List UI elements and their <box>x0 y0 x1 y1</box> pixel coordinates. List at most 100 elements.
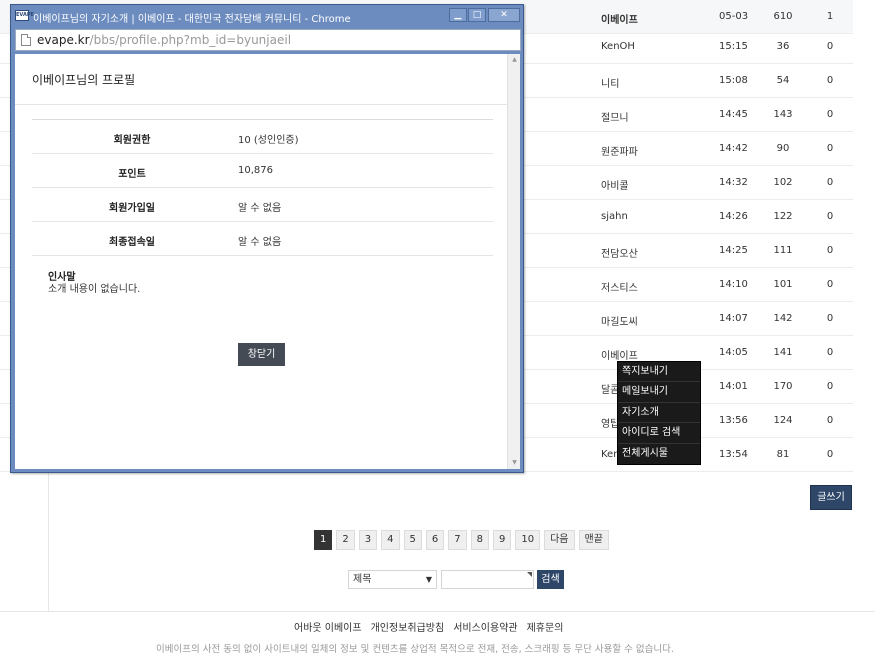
author-name[interactable]: sjahn <box>601 211 628 222</box>
greeting-text: 소개 내용이 없습니다. <box>48 284 141 295</box>
page-link-2[interactable]: 2 <box>336 530 355 550</box>
maximize-button[interactable]: □ <box>468 8 486 22</box>
page-title: 이베이프님의 프로필 <box>32 73 136 87</box>
scroll-up-icon[interactable]: ▲ <box>508 54 521 66</box>
author-name[interactable]: 절므니 <box>601 109 629 124</box>
info-row: 최종접속일 알 수 없음 <box>32 222 493 256</box>
footer-link-about[interactable]: 어바웃 이베이프 <box>294 619 362 634</box>
page-link-1[interactable]: 1 <box>314 530 333 550</box>
page-link-10[interactable]: 10 <box>515 530 541 550</box>
hit-count: 102 <box>773 177 793 188</box>
author-name[interactable]: 아비콜 <box>601 177 629 192</box>
chevron-down-icon: ▼ <box>425 575 432 584</box>
author-name[interactable]: 원준파파 <box>601 143 638 158</box>
last-page-button[interactable]: 맨끝 <box>578 530 609 550</box>
recommend-count: 0 <box>826 313 834 324</box>
recommend-count: 0 <box>826 41 834 52</box>
page-link-9[interactable]: 9 <box>493 530 512 550</box>
menu-item-self-intro[interactable]: 자기소개 <box>618 403 700 424</box>
author-name[interactable]: 저스티스 <box>601 279 638 294</box>
hit-count: 81 <box>776 449 790 460</box>
info-label: 최종접속일 <box>109 237 155 248</box>
author-name[interactable]: 이베이프 <box>601 11 638 26</box>
search-button[interactable]: 검색 <box>537 570 564 589</box>
url-host: evape.kr <box>37 33 90 47</box>
profile-info-table: 회원권한 10 (성인인증) 포인트 10,876 회원가입일 알 수 없음 최… <box>32 119 493 256</box>
post-date: 14:07 <box>719 313 748 324</box>
popup-content: 이베이프님의 프로필 회원권한 10 (성인인증) 포인트 10,876 회원가… <box>15 54 507 469</box>
close-popup-button[interactable]: 창닫기 <box>238 343 285 366</box>
info-row: 포인트 10,876 <box>32 154 493 188</box>
author-name[interactable]: 전담오산 <box>601 245 638 260</box>
recommend-count: 0 <box>826 75 834 86</box>
post-date: 15:15 <box>719 41 748 52</box>
footer-link-privacy[interactable]: 개인정보취급방침 <box>371 619 445 634</box>
footer-copyright: 이베이프의 사전 동의 없이 사이트내의 일체의 정보 및 컨텐츠를 상업적 목… <box>156 644 674 655</box>
post-date: 14:01 <box>719 381 748 392</box>
post-date: 14:05 <box>719 347 748 358</box>
search-field-select[interactable]: 제목 ▼ <box>348 570 437 589</box>
hit-count: 36 <box>776 41 790 52</box>
info-label: 회원가입일 <box>109 203 155 214</box>
info-value: 알 수 없음 <box>238 203 282 214</box>
window-titlebar[interactable]: EVAPE 이베이프님의 자기소개 | 이베이프 - 대한민국 전자담배 커뮤니… <box>11 5 523 27</box>
write-post-button[interactable]: 글쓰기 <box>810 485 852 510</box>
info-row: 회원권한 10 (성인인증) <box>32 120 493 154</box>
recommend-count: 0 <box>826 109 834 120</box>
minimize-button[interactable]: ▁ <box>449 8 467 22</box>
author-name[interactable]: 니티 <box>601 75 619 90</box>
user-context-menu: 쪽지보내기 메일보내기 자기소개 아이디로 검색 전체게시물 <box>617 361 701 465</box>
recommend-count: 0 <box>826 245 834 256</box>
footer-link-terms[interactable]: 서비스이용약관 <box>453 619 517 634</box>
pagination: 1 2 3 4 5 6 7 8 9 10 다음 맨끝 <box>314 530 609 550</box>
menu-item-send-mail[interactable]: 메일보내기 <box>618 382 700 403</box>
input-corner-icon <box>527 572 532 577</box>
address-bar[interactable]: evape.kr/bbs/profile.php?mb_id=byunjaeil <box>15 29 521 51</box>
info-label: 포인트 <box>118 169 146 180</box>
page-link-7[interactable]: 7 <box>448 530 467 550</box>
page-link-8[interactable]: 8 <box>470 530 489 550</box>
post-date: 14:10 <box>719 279 748 290</box>
post-date: 15:08 <box>719 75 748 86</box>
post-date: 14:25 <box>719 245 748 256</box>
recommend-count: 0 <box>826 449 834 460</box>
recommend-count: 0 <box>826 279 834 290</box>
recommend-count: 0 <box>826 211 834 222</box>
vertical-scrollbar[interactable]: ▲ ▼ <box>507 54 520 469</box>
hit-count: 54 <box>776 75 790 86</box>
post-date: 05-03 <box>719 11 749 22</box>
recommend-count: 0 <box>826 177 834 188</box>
url-text: evape.kr/bbs/profile.php?mb_id=byunjaeil <box>37 33 291 47</box>
recommend-count: 0 <box>826 143 834 154</box>
recommend-count: 1 <box>826 11 834 22</box>
hit-count: 122 <box>773 211 793 222</box>
post-date: 14:45 <box>719 109 748 120</box>
menu-item-all-posts[interactable]: 전체게시물 <box>618 444 700 464</box>
search-input[interactable] <box>441 570 534 589</box>
site-favicon-icon: EVAPE <box>15 10 34 21</box>
hit-count: 101 <box>773 279 793 290</box>
info-label: 회원권한 <box>113 135 151 146</box>
menu-item-search-by-id[interactable]: 아이디로 검색 <box>618 423 700 444</box>
hit-count: 143 <box>773 109 793 120</box>
hit-count: 610 <box>773 11 793 22</box>
hit-count: 111 <box>773 245 793 256</box>
next-page-button[interactable]: 다음 <box>544 530 575 550</box>
close-window-button[interactable]: ✕ <box>488 8 520 22</box>
page-link-5[interactable]: 5 <box>403 530 422 550</box>
search-field-value: 제목 <box>353 574 372 585</box>
info-value: 알 수 없음 <box>238 237 282 248</box>
author-name[interactable]: 마길도씨 <box>601 313 638 328</box>
author-name[interactable]: 이베이프 <box>601 347 638 362</box>
post-date: 13:56 <box>719 415 748 426</box>
footer-link-partnership[interactable]: 제휴문의 <box>527 619 564 634</box>
menu-item-send-memo[interactable]: 쪽지보내기 <box>618 362 700 383</box>
page-link-3[interactable]: 3 <box>358 530 378 550</box>
author-name[interactable]: KenOH <box>601 41 635 52</box>
url-path: /bbs/profile.php?mb_id=byunjaeil <box>89 33 292 47</box>
page-link-4[interactable]: 4 <box>381 530 400 550</box>
scroll-down-icon[interactable]: ▼ <box>508 457 521 469</box>
post-date: 14:32 <box>719 177 748 188</box>
page-link-6[interactable]: 6 <box>425 530 445 550</box>
page-icon <box>21 34 31 46</box>
